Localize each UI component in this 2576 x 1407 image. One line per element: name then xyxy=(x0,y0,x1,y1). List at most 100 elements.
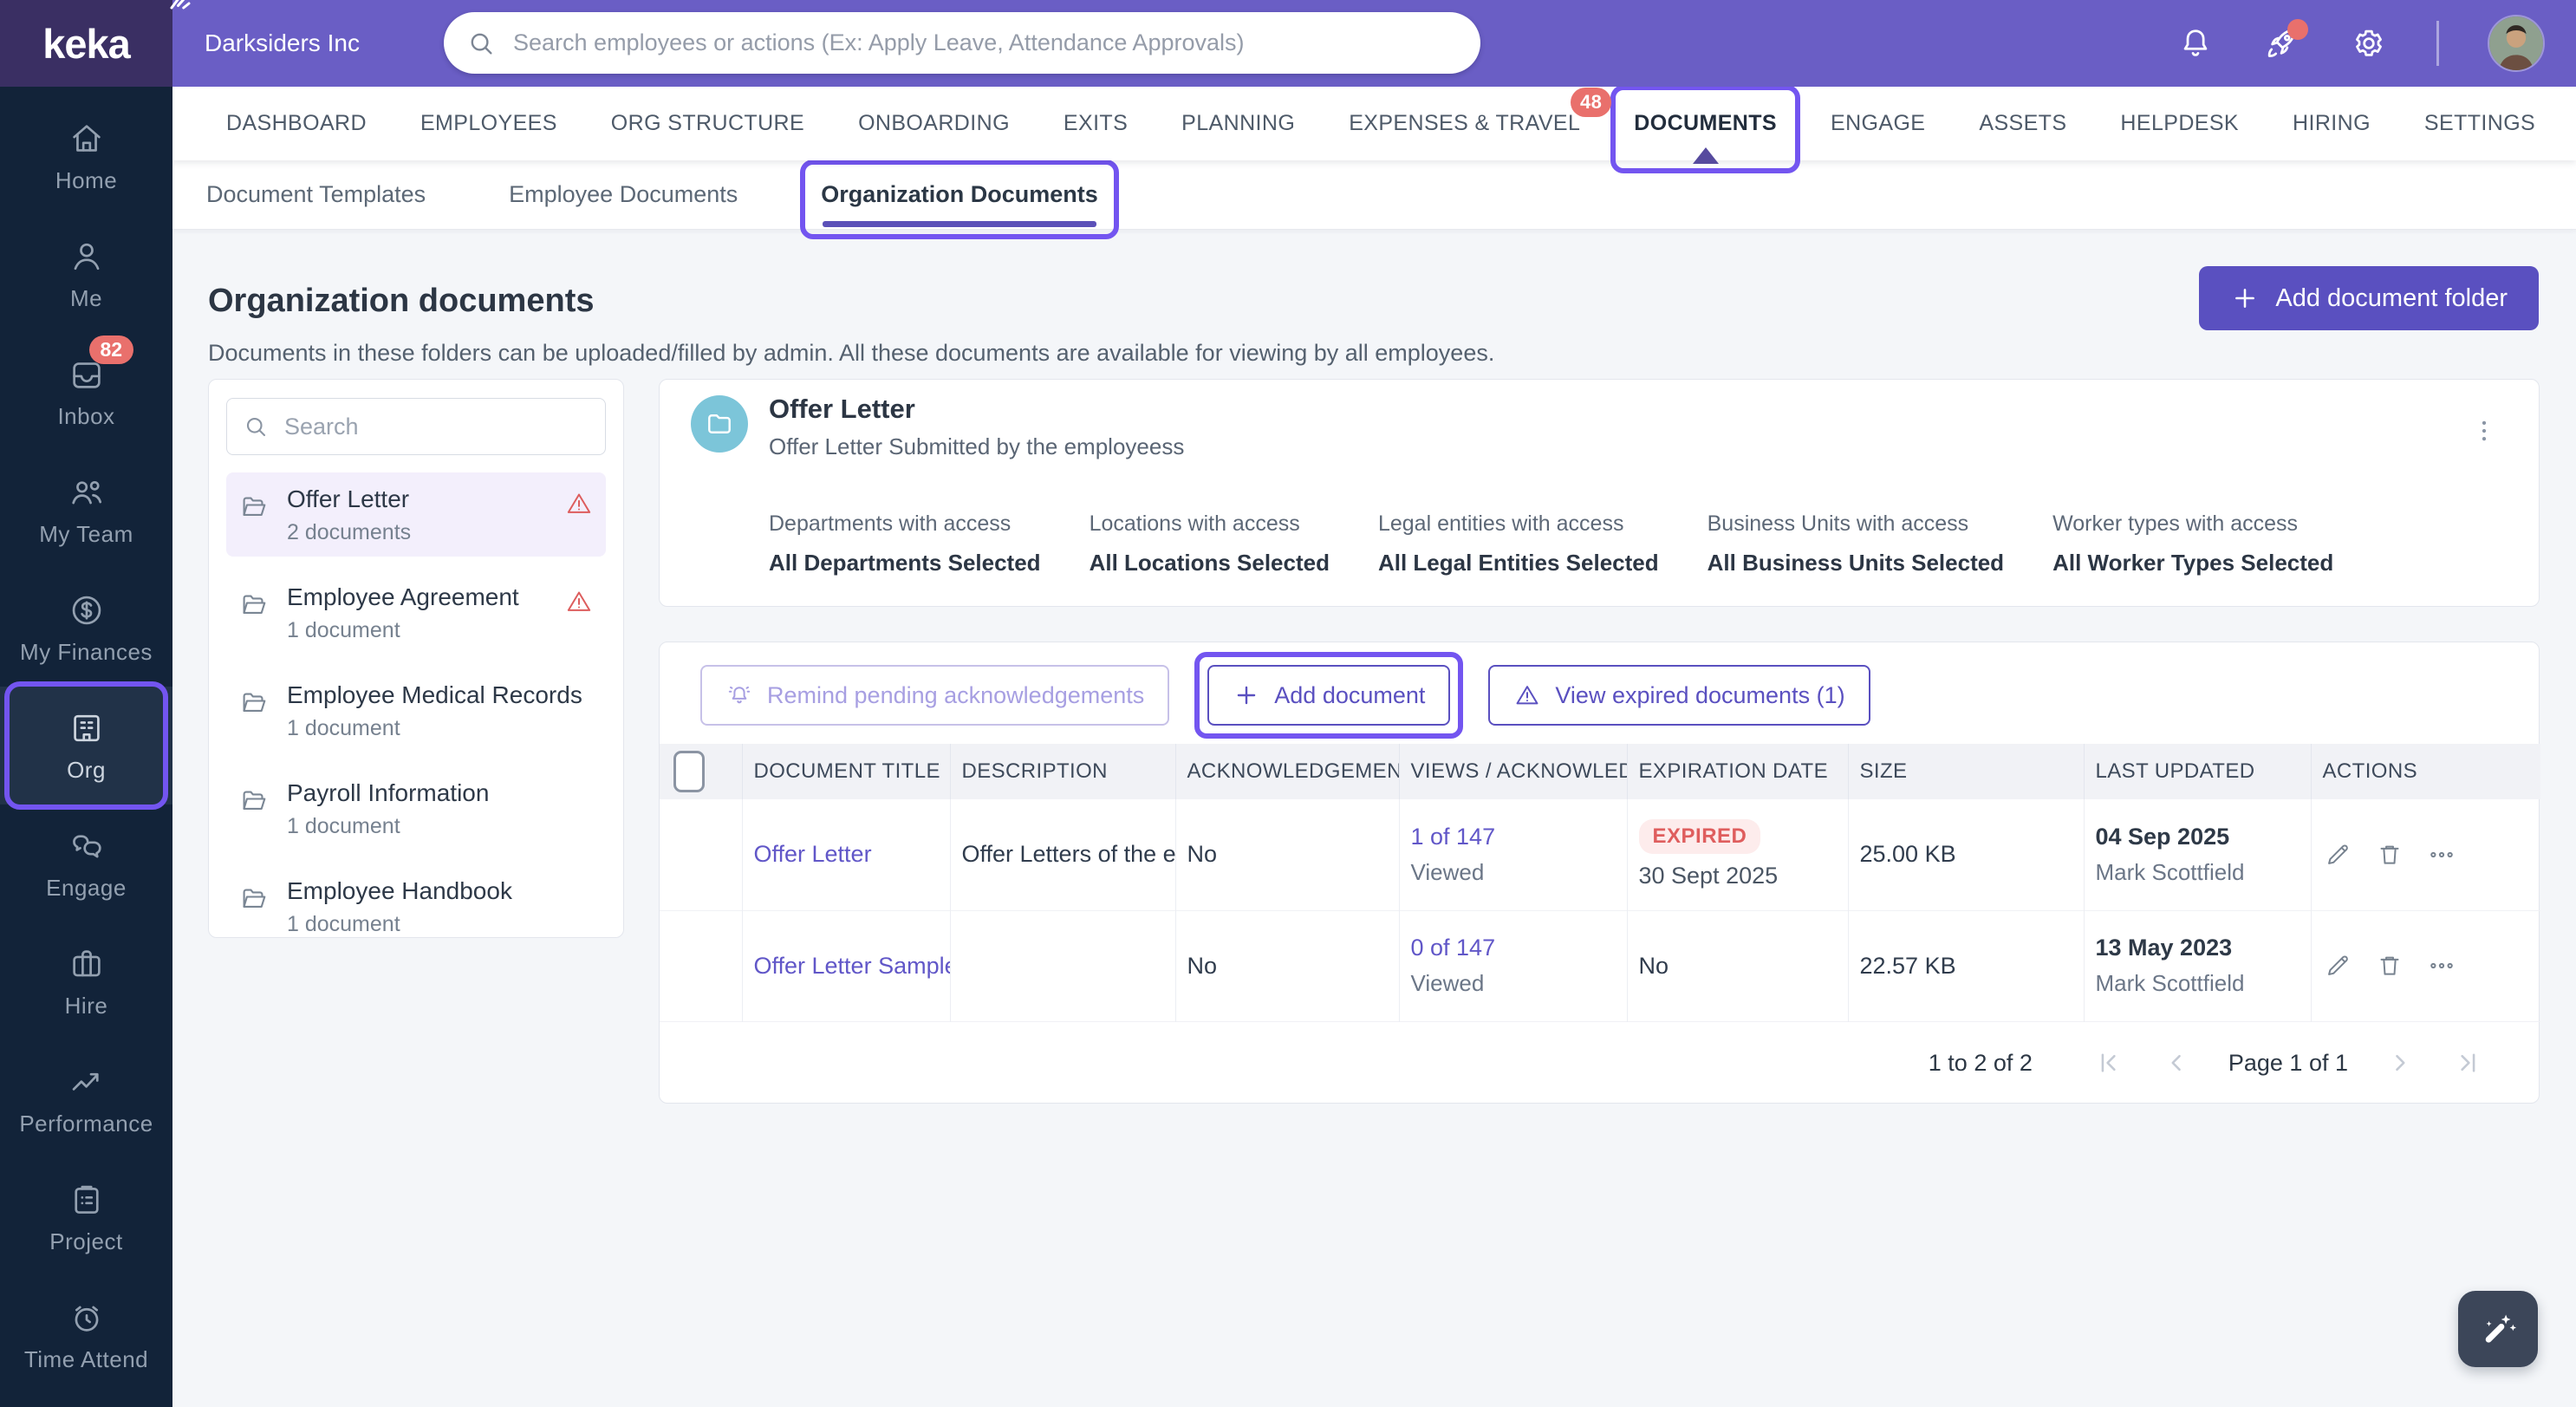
bell-ring-icon xyxy=(728,686,751,704)
hire-icon xyxy=(67,944,107,984)
sidebar-item-project[interactable]: Project xyxy=(0,1158,172,1276)
keka-logo[interactable]: keka xyxy=(0,0,191,87)
keka-app: keka Darksiders Inc HomeMe82In xyxy=(0,0,2576,1407)
tab-engage[interactable]: ENGAGE xyxy=(1831,111,1925,136)
documents-table: DOCUMENT TITLE DESCRIPTION ACKNOWLEDGEME… xyxy=(660,744,2540,1022)
folder-item-employee-agreement[interactable]: Employee Agreement 1 document xyxy=(226,570,606,655)
tab-dashboard[interactable]: DASHBOARD xyxy=(226,111,367,136)
global-search[interactable] xyxy=(444,12,1480,74)
document-title-link[interactable]: Offer Letter xyxy=(754,841,872,867)
tab-exits[interactable]: EXITS xyxy=(1064,111,1128,136)
access-value: All Locations Selected xyxy=(1089,550,1330,576)
folder-name: Employee Agreement xyxy=(287,583,519,610)
warning-triangle-icon xyxy=(564,587,594,616)
sidebar-item-org[interactable]: Org xyxy=(0,681,172,810)
warning-triangle-icon xyxy=(564,489,594,518)
col-description: DESCRIPTION xyxy=(949,744,1175,799)
folder-item-offer-letter[interactable]: Offer Letter 2 documents xyxy=(226,472,606,557)
col-actions: ACTIONS xyxy=(2310,744,2540,799)
edit-document-button[interactable] xyxy=(2323,951,2352,980)
document-title-link[interactable]: Offer Letter Sample xyxy=(754,953,951,979)
access-col-departments-with-access: Departments with access All Departments S… xyxy=(769,511,1041,576)
add-document-button[interactable]: Add document xyxy=(1194,652,1464,739)
views-count-link[interactable]: 0 of 147 xyxy=(1411,935,1496,961)
more-document-options-button[interactable] xyxy=(2427,840,2456,870)
subtab-label: Employee Documents xyxy=(509,181,738,207)
document-last-updated-cell: 13 May 2023 Mark Scottfield xyxy=(2083,910,2311,1021)
folder-doc-count: 2 documents xyxy=(287,520,412,544)
sidebar-item-my-finances[interactable]: My Finances xyxy=(0,569,172,687)
folder-name: Employee Medical Records xyxy=(287,681,582,708)
sidebar-item-hire[interactable]: Hire xyxy=(0,922,172,1040)
notifications-bell-icon[interactable] xyxy=(2176,24,2215,62)
active-tab-caret xyxy=(1692,147,1719,164)
select-all-checkbox[interactable] xyxy=(673,751,705,792)
delete-document-button[interactable] xyxy=(2375,951,2404,980)
global-search-input[interactable] xyxy=(511,29,1467,57)
sidebar-item-performance[interactable]: Performance xyxy=(0,1040,172,1158)
access-label: Locations with access xyxy=(1089,511,1300,536)
col-acknowledgement: ACKNOWLEDGEMENT xyxy=(1174,744,1399,799)
col-document-title: DOCUMENT TITLE xyxy=(741,744,950,799)
ai-assistant-wand-button[interactable] xyxy=(2458,1291,2538,1367)
sidebar-item-label: Home xyxy=(55,166,118,193)
sidebar-item-me[interactable]: Me xyxy=(0,215,172,333)
folder-meta: Employee Agreement 1 document xyxy=(287,583,547,643)
tab-documents[interactable]: DOCUMENTS xyxy=(1610,85,1800,173)
tab-expenses-travel[interactable]: EXPENSES & TRAVEL 48 xyxy=(1349,88,1612,136)
view-expired-documents-button[interactable]: View expired documents (1) xyxy=(1488,665,1870,726)
remind-pending-acknowledgements-button[interactable]: Remind pending acknowledgements xyxy=(700,665,1170,726)
tab-label: HIRING xyxy=(2293,111,2371,135)
subtab-document-templates[interactable]: Document Templates xyxy=(206,181,426,208)
sidebar-item-inbox[interactable]: 82 Inbox xyxy=(0,333,172,451)
edit-document-button[interactable] xyxy=(2323,840,2352,870)
views-sub-label: Viewed xyxy=(1410,970,1485,996)
access-value: All Departments Selected xyxy=(769,550,1041,576)
tab-helpdesk[interactable]: HELPDESK xyxy=(2120,111,2239,136)
folder-item-employee-medical-records[interactable]: Employee Medical Records 1 document xyxy=(226,668,606,752)
tab-org-structure[interactable]: ORG STRUCTURE xyxy=(611,111,804,136)
views-count-link[interactable]: 1 of 147 xyxy=(1411,824,1496,850)
folder-meta: Payroll Information 1 document xyxy=(287,779,594,839)
col-last-updated: LAST UPDATED xyxy=(2083,744,2311,799)
subtab-organization-documents[interactable]: Organization Documents xyxy=(800,160,1119,239)
folder-search[interactable] xyxy=(226,398,606,455)
next-page-icon[interactable] xyxy=(2384,1048,2416,1079)
row-actions xyxy=(2323,951,2529,980)
tab-planning[interactable]: PLANNING xyxy=(1181,111,1295,136)
access-label: Departments with access xyxy=(769,511,1012,536)
tab-hiring[interactable]: HIRING xyxy=(2293,111,2371,136)
folder-item-employee-handbook[interactable]: Employee Handbook 1 document xyxy=(226,864,606,948)
performance-icon xyxy=(67,1062,107,1102)
first-page-icon[interactable] xyxy=(2093,1048,2124,1079)
tab-label: HELPDESK xyxy=(2120,111,2240,135)
delete-document-button[interactable] xyxy=(2375,840,2404,870)
add-document-folder-button[interactable]: Add document folder xyxy=(2199,266,2539,330)
sidebar-item-my-team[interactable]: My Team xyxy=(0,451,172,569)
folder-search-input[interactable] xyxy=(283,412,593,441)
sidebar-item-time-attend[interactable]: Time Attend xyxy=(0,1276,172,1394)
home-icon xyxy=(67,119,107,159)
folder-meta: Offer Letter 2 documents xyxy=(287,485,547,545)
more-document-options-button[interactable] xyxy=(2427,951,2456,980)
tab-label: PLANNING xyxy=(1181,111,1296,135)
folder-options-kebab-icon[interactable] xyxy=(2464,407,2502,456)
tab-onboarding[interactable]: ONBOARDING xyxy=(858,111,1010,136)
tab-employees[interactable]: EMPLOYEES xyxy=(420,111,557,136)
sidebar-item-home[interactable]: Home xyxy=(0,97,172,215)
col-views-acknowledgements: VIEWS / ACKNOWLEDGEMENTS xyxy=(1398,744,1627,799)
previous-page-icon[interactable] xyxy=(2161,1048,2192,1079)
folder-item-payroll-information[interactable]: Payroll Information 1 document xyxy=(226,766,606,850)
settings-gear-icon[interactable] xyxy=(2350,24,2388,62)
tab-settings[interactable]: SETTINGS xyxy=(2424,111,2535,136)
whats-new-rocket-icon[interactable] xyxy=(2263,19,2308,62)
last-page-icon[interactable] xyxy=(2452,1048,2483,1079)
subtab-employee-documents[interactable]: Employee Documents xyxy=(509,181,738,208)
subtab-label: Document Templates xyxy=(206,181,426,207)
edit-pencil-icon xyxy=(2323,844,2352,872)
user-avatar[interactable] xyxy=(2488,15,2545,72)
more-options-icon xyxy=(2427,851,2456,872)
last-updated-date: 04 Sep 2025 xyxy=(2095,823,2230,850)
sidebar-item-engage[interactable]: Engage xyxy=(0,804,172,922)
tab-assets[interactable]: ASSETS xyxy=(1979,111,2066,136)
